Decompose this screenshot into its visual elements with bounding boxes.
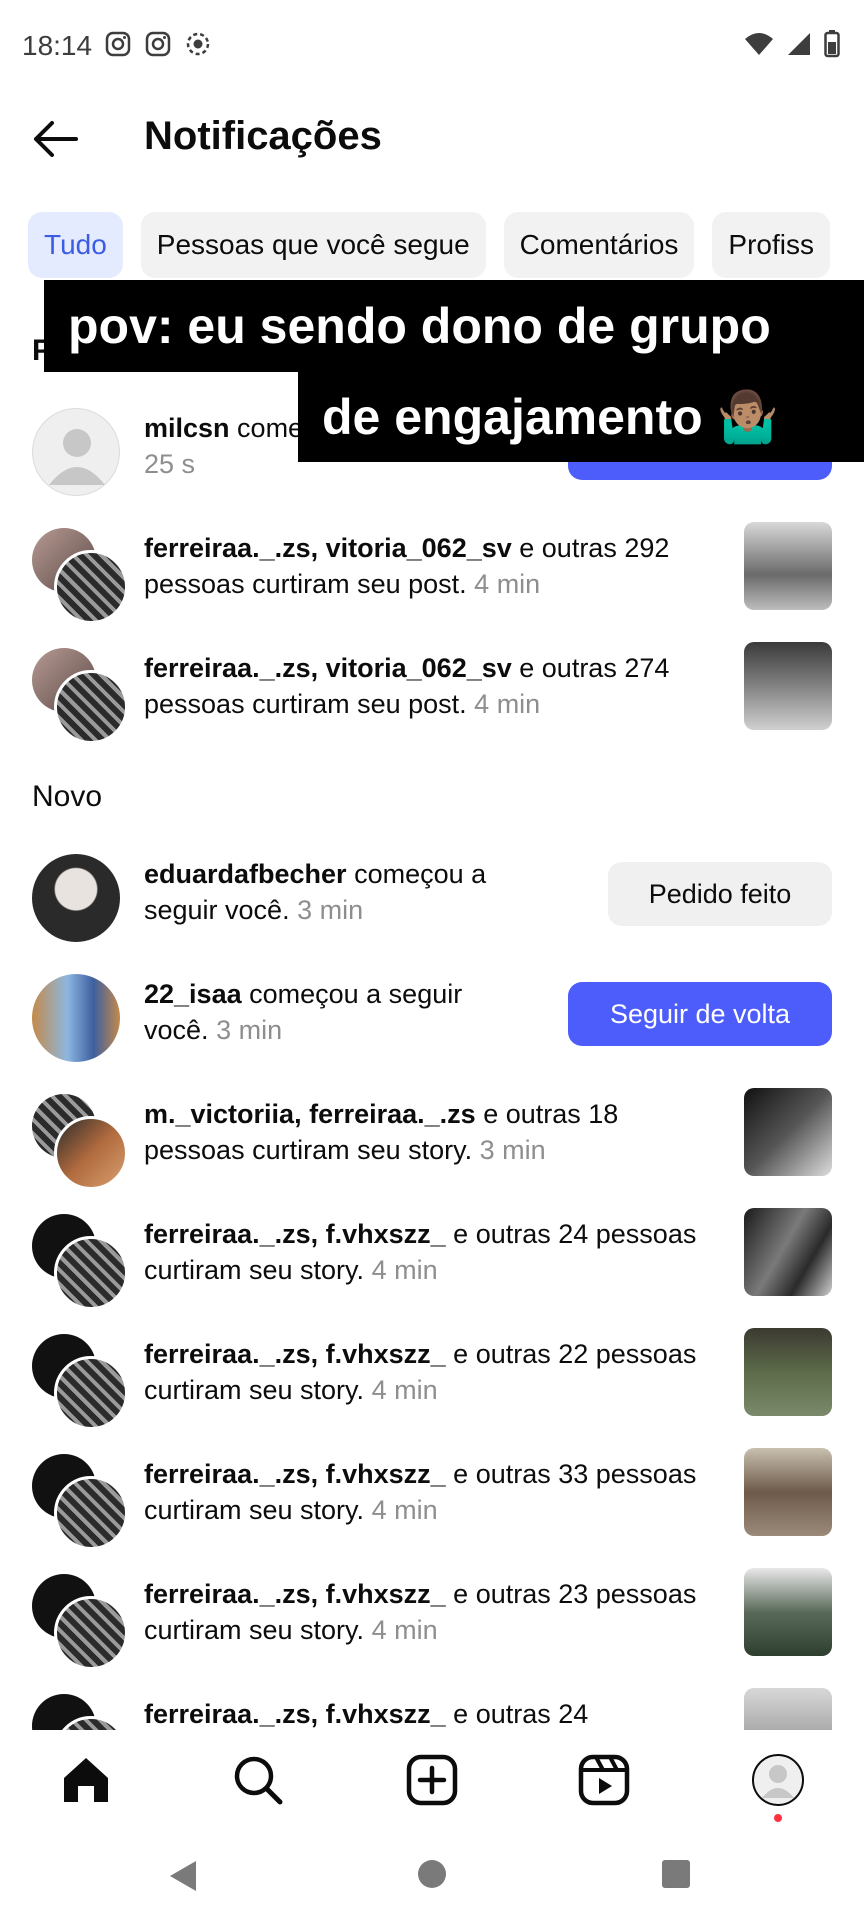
timestamp: 4 min	[474, 569, 541, 599]
list-item[interactable]: ferreiraa._.zs, f.vhxszz_ e outras 23 pe…	[0, 1568, 864, 1676]
overlay-caption-line1: pov: eu sendo dono de grupo	[44, 280, 864, 372]
section-header-new: Novo	[32, 780, 103, 813]
username[interactable]: ferreiraa._.zs, f.vhxszz_	[144, 1579, 446, 1609]
profile-icon[interactable]	[750, 1752, 806, 1822]
list-item[interactable]: 22_isaa começou a seguir você. 3 min Seg…	[0, 968, 864, 1076]
list-item[interactable]: eduardafbecher começou a seguir você. 3 …	[0, 848, 864, 956]
list-item[interactable]: ferreiraa._.zs, f.vhxszz_ e outras 33 pe…	[0, 1448, 864, 1556]
timestamp: 25 s	[144, 449, 196, 479]
timestamp: 4 min	[371, 1375, 438, 1405]
story-thumbnail[interactable]	[744, 1448, 832, 1536]
signal-icon	[788, 33, 810, 55]
notification-text: ferreiraa._.zs, f.vhxszz_ e outras 22 pe…	[144, 1339, 697, 1405]
post-thumbnail[interactable]	[744, 642, 832, 730]
username[interactable]: ferreiraa._.zs, vitoria_062_sv	[144, 533, 512, 563]
avatar[interactable]	[32, 854, 120, 942]
story-thumbnail[interactable]	[744, 1568, 832, 1656]
tab-pessoas-que-voce-segue[interactable]: Pessoas que você segue	[140, 212, 486, 278]
list-item[interactable]: ferreiraa._.zs, vitoria_062_sv e outras …	[0, 642, 864, 750]
avatar[interactable]	[32, 408, 120, 496]
avatar[interactable]	[54, 1356, 128, 1430]
search-icon[interactable]	[230, 1752, 286, 1808]
header: Notificações	[0, 92, 864, 202]
notification-text: ferreiraa._.zs, f.vhxszz_ e outras 23 pe…	[144, 1579, 697, 1645]
reels-icon[interactable]	[576, 1752, 632, 1808]
post-thumbnail[interactable]	[744, 522, 832, 610]
tab-tudo[interactable]: Tudo	[28, 212, 123, 278]
notification-text: 22_isaa começou a seguir você. 3 min	[144, 979, 463, 1045]
story-thumbnail[interactable]	[744, 1088, 832, 1176]
list-item[interactable]: ferreiraa._.zs, f.vhxszz_ e outras 24	[0, 1688, 864, 1730]
tab-comentarios[interactable]: Comentários	[503, 212, 695, 278]
home-circle-icon[interactable]	[416, 1858, 448, 1890]
username[interactable]: ferreiraa._.zs, vitoria_062_sv	[144, 653, 512, 683]
username[interactable]: ferreiraa._.zs, f.vhxszz_	[144, 1459, 446, 1489]
notification-text: m._victoriia, ferreiraa._.zs e outras 18…	[144, 1099, 619, 1165]
username[interactable]: milcsn	[144, 413, 230, 443]
create-icon[interactable]	[404, 1752, 460, 1808]
notification-text: ferreiraa._.zs, f.vhxszz_ e outras 24 pe…	[144, 1219, 697, 1285]
story-thumbnail[interactable]	[744, 1688, 832, 1730]
username[interactable]: m._victoriia, ferreiraa._.zs	[144, 1099, 476, 1129]
timestamp: 4 min	[371, 1495, 438, 1525]
bottom-navigation	[0, 1730, 864, 1830]
instagram-icon	[145, 31, 171, 57]
screen-record-icon	[186, 32, 210, 56]
status-time: 18:14	[22, 30, 93, 61]
timestamp: 4 min	[474, 689, 541, 719]
filter-tabs: Tudo Pessoas que você segue Comentários Pro…	[28, 212, 864, 278]
story-thumbnail[interactable]	[744, 1208, 832, 1296]
follow-back-button[interactable]: Seguir de volta	[568, 982, 832, 1046]
avatar[interactable]	[54, 1596, 128, 1670]
requested-button[interactable]: Pedido feito	[608, 862, 832, 926]
list-item[interactable]: ferreiraa._.zs, f.vhxszz_ e outras 24 pe…	[0, 1208, 864, 1316]
recents-square-icon[interactable]	[660, 1858, 692, 1890]
username[interactable]: ferreiraa._.zs, f.vhxszz_	[144, 1699, 446, 1729]
avatar[interactable]	[54, 670, 128, 744]
avatar[interactable]	[54, 1116, 128, 1190]
timestamp: 3 min	[216, 1015, 283, 1045]
status-bar: 18:14	[0, 0, 864, 92]
home-icon[interactable]	[58, 1752, 114, 1808]
back-triangle-icon[interactable]	[166, 1858, 200, 1894]
system-navigation-bar	[0, 1830, 864, 1920]
notification-text: ferreiraa._.zs, vitoria_062_sv e outras …	[144, 533, 670, 599]
avatar[interactable]	[54, 550, 128, 624]
list-item[interactable]: ferreiraa._.zs, f.vhxszz_ e outras 22 pe…	[0, 1328, 864, 1436]
notification-text: eduardafbecher começou a seguir você. 3 …	[144, 859, 487, 925]
notification-text: ferreiraa._.zs, f.vhxszz_ e outras 33 pe…	[144, 1459, 697, 1525]
battery-icon	[824, 30, 840, 58]
wifi-icon	[745, 33, 773, 55]
avatar[interactable]	[54, 1236, 128, 1310]
username[interactable]: 22_isaa	[144, 979, 242, 1009]
notification-text: ferreiraa._.zs, vitoria_062_sv e outras …	[144, 653, 670, 719]
story-thumbnail[interactable]	[744, 1328, 832, 1416]
instagram-icon	[105, 31, 131, 57]
page-title: Notificações	[144, 114, 382, 158]
timestamp: 4 min	[371, 1615, 438, 1645]
timestamp: 4 min	[371, 1255, 438, 1285]
overlay-caption-line2: de engajamento 🤷🏽‍♂️	[298, 372, 864, 462]
tab-profissionais[interactable]: Profiss	[712, 212, 830, 278]
timestamp: 3 min	[297, 895, 364, 925]
list-item[interactable]: ferreiraa._.zs, vitoria_062_sv e outras …	[0, 522, 864, 630]
timestamp: 3 min	[479, 1135, 546, 1165]
avatar[interactable]	[32, 974, 120, 1062]
username[interactable]: ferreiraa._.zs, f.vhxszz_	[144, 1339, 446, 1369]
username[interactable]: eduardafbecher	[144, 859, 347, 889]
username[interactable]: ferreiraa._.zs, f.vhxszz_	[144, 1219, 446, 1249]
list-item[interactable]: m._victoriia, ferreiraa._.zs e outras 18…	[0, 1088, 864, 1196]
notification-text: ferreiraa._.zs, f.vhxszz_ e outras 24	[144, 1699, 589, 1729]
arrow-left-icon[interactable]	[30, 114, 80, 164]
avatar[interactable]	[54, 1476, 128, 1550]
notification-dot	[774, 1814, 782, 1822]
